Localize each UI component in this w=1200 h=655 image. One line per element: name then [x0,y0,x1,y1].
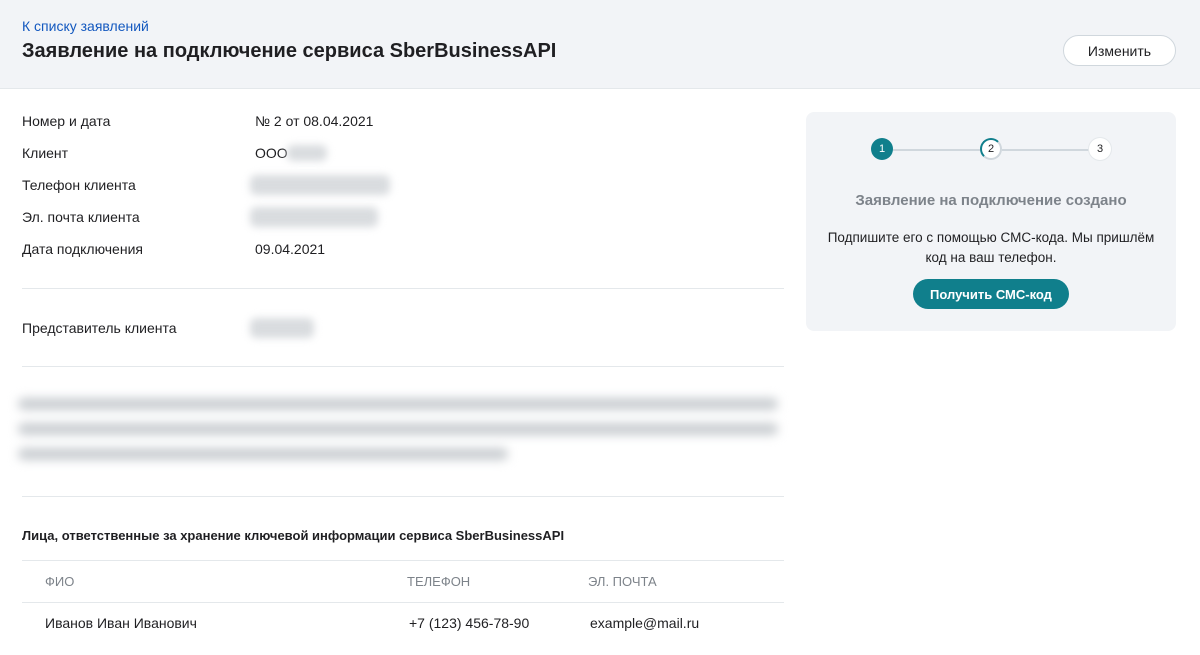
info-row-email: Эл. почта клиента [22,207,782,229]
client-value: ООО [255,145,288,161]
client-label: Клиент [22,145,69,161]
step-2-indicator: 2 [980,138,1002,160]
row-name: Иванов Иван Иванович [45,615,197,631]
representative-value-redacted [250,318,314,338]
redacted-line [18,398,778,410]
number-value: № 2 от 08.04.2021 [255,113,374,129]
phone-value-redacted [250,175,390,195]
email-label: Эл. почта клиента [22,209,140,225]
row-phone: +7 (123) 456-78-90 [409,615,530,631]
get-sms-code-button[interactable]: Получить СМС-код [913,279,1069,309]
step-1-indicator: 1 [871,138,893,160]
page-title: Заявление на подключение сервиса SberBus… [22,40,557,62]
table-top-border [22,560,784,561]
step-connector [1002,149,1089,151]
status-card: 1 2 3 Заявление на подключение создано П… [806,112,1176,331]
column-header-email: Эл. почта [588,574,657,589]
redacted-line [18,423,778,435]
step-3-indicator: 3 [1089,138,1111,160]
page-header: К списку заявлений Заявление на подключе… [0,0,1200,89]
connect-date-value: 09.04.2021 [255,241,326,257]
divider [22,366,784,367]
column-header-name: ФИО [45,574,75,589]
number-label: Номер и дата [22,113,111,129]
key-holders-title: Лица, ответственные за хранение ключевой… [22,528,565,543]
status-title: Заявление на подключение создано [855,192,1127,209]
table-header-border [22,602,784,603]
connect-date-label: Дата подключения [22,241,143,257]
redacted-line [18,448,508,460]
row-email: example@mail.ru [590,615,700,631]
divider [22,496,784,497]
phone-label: Телефон клиента [22,177,136,193]
info-row-client: Клиент ООО [22,145,782,165]
edit-button[interactable]: Изменить [1063,35,1176,66]
email-value-redacted [250,207,378,227]
client-name-redacted [287,145,327,161]
column-header-phone: Телефон [407,574,471,589]
info-row-connect-date: Дата подключения 09.04.2021 [22,241,782,261]
divider [22,288,784,289]
status-description: Подпишите его с помощью СМС-кода. Мы при… [827,230,1155,265]
info-row-representative: Представитель клиента [22,318,782,340]
step-connector [893,149,980,151]
back-to-list-link[interactable]: К списку заявлений [22,18,149,34]
info-row-phone: Телефон клиента [22,175,782,197]
info-row-number: Номер и дата № 2 от 08.04.2021 [22,113,782,133]
representative-label: Представитель клиента [22,320,177,336]
